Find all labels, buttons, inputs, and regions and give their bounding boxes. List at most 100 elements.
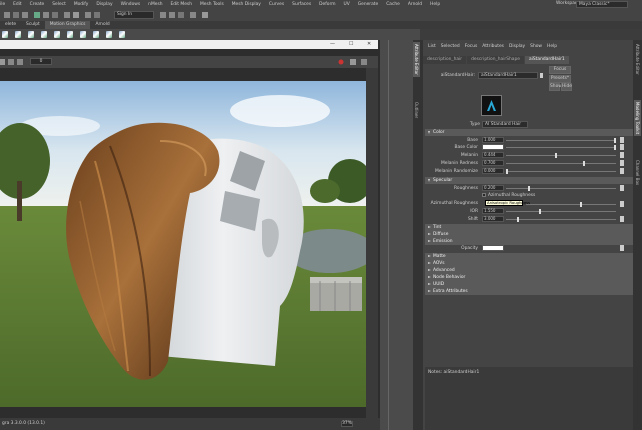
side-tab[interactable]: Attribute Editor (413, 42, 420, 77)
xgen-tool-icon[interactable] (15, 31, 21, 38)
shift-slider[interactable] (506, 217, 616, 222)
maximize-icon[interactable]: ☐ (349, 41, 353, 47)
menu-item[interactable]: Curves (269, 2, 284, 7)
menu-item[interactable]: Create (30, 2, 45, 7)
xgen-tool-icon[interactable] (93, 31, 99, 38)
aovs-section[interactable]: AOVs (425, 260, 633, 267)
color-section[interactable]: Color (425, 129, 633, 136)
menu-item[interactable]: Help (430, 2, 440, 7)
advanced-section[interactable]: Advanced (425, 267, 633, 274)
map-button-icon[interactable] (620, 245, 624, 251)
shift-field[interactable]: 3.000 (482, 216, 504, 222)
menu-item[interactable]: UV (344, 2, 350, 7)
xgen-tool-icon[interactable] (2, 31, 8, 38)
ae-menu-item[interactable]: Show (530, 44, 542, 52)
ae-tab-active[interactable]: aiStandardHair1 (524, 56, 569, 64)
map-button-icon[interactable] (620, 201, 624, 207)
status-line-icons[interactable] (4, 11, 104, 19)
show-button[interactable]: Show (549, 83, 562, 91)
shelf-tab[interactable]: Arnold (90, 21, 114, 29)
roughness-field[interactable]: 0.200 (482, 185, 504, 191)
node-name-field[interactable]: aiStandardHair1 (478, 72, 538, 79)
render-controls[interactable] (330, 58, 374, 66)
snap-icons[interactable] (160, 11, 400, 19)
diffuse-section[interactable]: Diffuse (425, 231, 633, 238)
melanin-slider[interactable] (506, 153, 616, 158)
map-button-icon[interactable] (620, 144, 624, 150)
menu-item[interactable]: Mesh Tools (200, 2, 224, 7)
slider-knob[interactable] (528, 186, 530, 191)
xgen-tool-icon[interactable] (119, 31, 125, 38)
emission-section[interactable]: Emission (425, 238, 633, 245)
map-button-icon[interactable] (620, 216, 624, 222)
base-color-slider[interactable] (506, 145, 616, 150)
zoom-field[interactable]: 37% (341, 421, 353, 427)
menu-item[interactable]: nMesh (148, 2, 162, 7)
menu-item[interactable]: Deform (319, 2, 335, 7)
slider-knob[interactable] (614, 145, 616, 150)
base-field[interactable]: 1.000 (482, 137, 504, 143)
menu-item[interactable]: Display (96, 2, 112, 7)
extra-attributes-section[interactable]: Extra Attributes (425, 288, 633, 295)
side-tab[interactable]: Channel Box (634, 158, 641, 187)
menu-item[interactable]: ile (0, 2, 5, 7)
melanin-field[interactable]: 0.444 (482, 152, 504, 158)
shelf-tab[interactable]: Sculpt (21, 21, 45, 29)
shelf-tab-active[interactable]: Motion Graphics (44, 21, 91, 29)
ae-menu-item[interactable]: Attributes (482, 44, 504, 52)
xgen-tool-icon[interactable] (41, 31, 47, 38)
slider-knob[interactable] (583, 161, 585, 166)
map-button-icon[interactable] (620, 160, 624, 166)
slider-knob[interactable] (506, 169, 508, 174)
presets-button[interactable]: Presets* (549, 75, 571, 83)
map-button-icon[interactable] (620, 152, 624, 158)
menu-item[interactable]: Windows (121, 2, 141, 7)
side-tab[interactable]: Attribute Editor (634, 42, 641, 77)
roughness-slider[interactable] (506, 186, 616, 191)
notes-area[interactable]: Notes: aiStandardHair1 (425, 367, 633, 430)
menu-item[interactable]: Edit (13, 2, 22, 7)
node-select-icon[interactable] (540, 73, 543, 78)
matte-section[interactable]: Matte (425, 253, 633, 260)
focus-button[interactable]: Focus (549, 66, 571, 74)
minimize-icon[interactable]: — (330, 41, 335, 47)
map-button-icon[interactable] (620, 137, 624, 143)
xgen-tool-icon[interactable] (54, 31, 60, 38)
base-color-swatch[interactable] (482, 144, 504, 150)
menu-item[interactable]: Edit Mesh (171, 2, 192, 7)
node-behavior-section[interactable]: Node Behavior (425, 274, 633, 281)
ae-tab[interactable]: description_hair (423, 56, 467, 64)
side-tab[interactable]: Modeling Toolkit (634, 100, 641, 137)
xgen-tool-icon[interactable] (80, 31, 86, 38)
ior-field[interactable]: 1.550 (482, 208, 504, 214)
ae-menu-item[interactable]: Help (547, 44, 557, 52)
workspace-dropdown[interactable]: Maya Classic* (576, 1, 628, 8)
uuid-section[interactable]: UUID (425, 281, 633, 288)
shelf-tab[interactable]: elete (0, 21, 21, 29)
opacity-swatch[interactable] (482, 245, 504, 251)
slider-knob[interactable] (555, 153, 557, 158)
hide-button[interactable]: Hide (561, 83, 572, 91)
azimuthal-roughness-checkbox[interactable] (482, 193, 486, 197)
melanin-redness-field[interactable]: 0.700 (482, 160, 504, 166)
specular-section[interactable]: Specular (425, 177, 633, 184)
ae-tab[interactable]: description_hairShape (467, 56, 524, 64)
ae-menu-item[interactable]: Focus (465, 44, 478, 52)
slider-knob[interactable] (517, 217, 519, 222)
type-dropdown[interactable]: AI Standard Hair (482, 121, 528, 128)
xgen-tool-icon[interactable] (67, 31, 73, 38)
map-button-icon[interactable] (620, 168, 624, 174)
ior-slider[interactable] (506, 209, 616, 214)
slider-knob[interactable] (614, 138, 616, 143)
xgen-tool-icon[interactable] (106, 31, 112, 38)
ae-menu-item[interactable]: Display (509, 44, 525, 52)
ae-menu-item[interactable]: Selected (441, 44, 460, 52)
ae-menu-item[interactable]: List (428, 44, 436, 52)
map-button-icon[interactable] (620, 185, 624, 191)
side-tab[interactable]: Outliner (413, 100, 420, 120)
menu-item[interactable]: Cache (386, 2, 400, 7)
menu-item[interactable]: Surfaces (292, 2, 311, 7)
xgen-tool-icon[interactable] (28, 31, 34, 38)
slider-knob[interactable] (580, 202, 582, 207)
sign-in-dropdown[interactable]: Sign In (114, 11, 154, 19)
